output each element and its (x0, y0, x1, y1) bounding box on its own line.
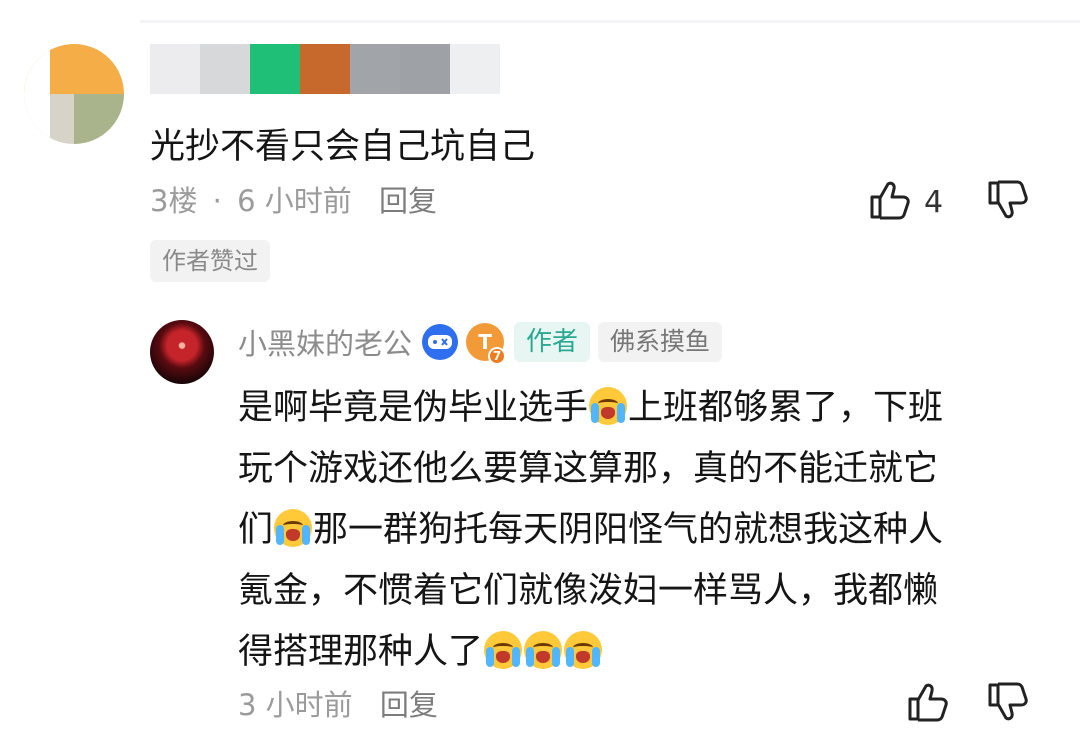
floor-number: 3楼 (150, 184, 198, 218)
author-liked-tag: 作者赞过 (150, 240, 270, 282)
loudly-crying-face-emoji (484, 631, 523, 669)
text-segment: 氪金，不惯着它们就像泼妇一样骂人，我都懒 (238, 571, 939, 611)
level-number: 7 (488, 347, 507, 365)
reply-meta: 3 小时前 回复 (238, 682, 438, 724)
meta-separator: · (212, 184, 222, 218)
text-segment: 那一群狗托每天阴阳怪气的就想我这种人 (313, 510, 944, 550)
game-controller-icon (422, 324, 459, 360)
loudly-crying-face-emoji (589, 387, 628, 425)
reply-text: 是啊毕竟是伪毕业选手 上班都够累了，下班 玩个游戏还他么要算这算那，真的不能迁就它… (238, 378, 1038, 683)
loudly-crying-face-emoji (274, 509, 313, 547)
reply-time: 3 小时前 (238, 688, 353, 722)
comment-time: 6 小时前 (237, 184, 352, 218)
loudly-crying-face-emoji (564, 631, 603, 669)
text-segment: 是啊毕竟是伪毕业选手 (238, 388, 589, 428)
reply-like-button[interactable] (906, 682, 950, 726)
reply-text-line: 得搭理那种人了 (238, 622, 1038, 683)
thumbs-down-icon (986, 682, 1030, 726)
reply-text-line: 们那一群狗托每天阴阳怪气的就想我这种人 (238, 500, 1038, 561)
reply-username[interactable]: 小黑妹的老公 (238, 321, 412, 363)
thumbs-up-icon (906, 682, 950, 726)
reply-text-line: 氪金，不惯着它们就像泼妇一样骂人，我都懒 (238, 561, 1038, 622)
reply-user-row: 小黑妹的老公 T 7 作者 佛系摸鱼 (238, 320, 723, 365)
reply-button[interactable]: 回复 (379, 184, 437, 218)
reply-text-line: 是啊毕竟是伪毕业选手 上班都够累了，下班 (238, 378, 1038, 439)
censored-username (150, 44, 500, 94)
reply-avatar[interactable] (150, 320, 214, 384)
comment-meta: 3楼 · 6 小时前 回复 (150, 178, 437, 220)
like-count: 4 (924, 184, 944, 220)
reply-dislike-button[interactable] (986, 682, 1030, 726)
avatar[interactable] (24, 44, 124, 144)
text-segment: 玩个游戏还他么要算这算那，真的不能迁就它 (238, 449, 939, 489)
dislike-button[interactable] (986, 180, 1030, 224)
text-segment: 得搭理那种人了 (238, 632, 484, 672)
loudly-crying-face-emoji (524, 631, 563, 669)
divider (140, 20, 1080, 23)
comment-text: 光抄不看只会自己坑自己 (150, 127, 536, 167)
reply-button[interactable]: 回复 (380, 688, 438, 722)
like-button[interactable]: 4 (868, 180, 943, 224)
level-badge: T 7 (466, 323, 507, 365)
reply-text-line: 玩个游戏还他么要算这算那，真的不能迁就它 (238, 439, 1038, 500)
author-tag: 作者 (514, 322, 591, 362)
user-title-tag: 佛系摸鱼 (598, 322, 723, 362)
thumbs-down-icon (986, 180, 1030, 224)
text-segment: 们 (238, 510, 274, 550)
text-segment: 上班都够累了，下班 (628, 388, 944, 428)
thumbs-up-icon (868, 180, 912, 224)
